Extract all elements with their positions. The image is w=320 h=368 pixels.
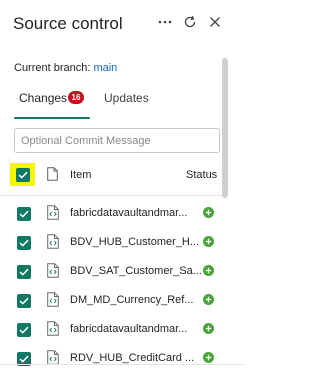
header-divider — [0, 195, 224, 196]
row-checkbox[interactable] — [17, 265, 31, 279]
more-options-button[interactable] — [155, 12, 175, 32]
column-header-item[interactable]: Item — [70, 169, 91, 181]
checkmark-icon — [19, 297, 29, 305]
item-name: BDV_HUB_Customer_H... — [70, 236, 199, 248]
checkmark-icon — [19, 326, 29, 334]
status-added-icon — [203, 352, 214, 363]
notebook-file-icon — [47, 205, 59, 220]
select-all-checkbox[interactable] — [16, 168, 30, 182]
checkmark-icon — [19, 268, 29, 276]
table-row[interactable]: fabricdatavaultandmar... — [0, 199, 224, 228]
close-icon — [210, 17, 220, 27]
scrollbar[interactable] — [222, 58, 228, 198]
branch-label: Current branch: — [14, 62, 91, 74]
item-name: fabricdatavaultandmar... — [70, 207, 188, 219]
notebook-file-icon — [47, 234, 59, 249]
row-checkbox[interactable] — [17, 236, 31, 250]
status-added-icon — [203, 265, 214, 276]
current-branch: Current branch: main — [14, 62, 117, 74]
status-added-icon — [203, 207, 214, 218]
tab-updates[interactable]: Updates — [104, 91, 149, 105]
active-tab-indicator — [14, 117, 90, 119]
checkmark-icon — [19, 210, 29, 218]
refresh-button[interactable] — [180, 12, 200, 32]
tab-changes[interactable]: Changes — [19, 91, 67, 105]
changes-count-badge: 16 — [68, 91, 84, 104]
table-row[interactable]: DM_MD_Currency_Ref... — [0, 286, 224, 315]
item-name: fabricdatavaultandmar... — [70, 323, 188, 335]
table-row[interactable]: BDV_SAT_Customer_Sa... — [0, 257, 224, 286]
status-added-icon — [203, 236, 214, 247]
ellipsis-icon — [158, 20, 172, 24]
item-name: RDV_HUB_CreditCard ... — [70, 352, 195, 364]
close-button[interactable] — [205, 12, 225, 32]
table-row[interactable]: BDV_HUB_Customer_H... — [0, 228, 224, 257]
checkmark-icon — [19, 355, 29, 363]
commit-message-input[interactable] — [14, 128, 220, 153]
table-row[interactable]: fabricdatavaultandmar... — [0, 315, 224, 344]
status-added-icon — [203, 294, 214, 305]
row-checkbox[interactable] — [17, 207, 31, 221]
status-added-icon — [203, 323, 214, 334]
notebook-file-icon — [47, 321, 59, 336]
branch-name[interactable]: main — [93, 62, 117, 74]
item-name: BDV_SAT_Customer_Sa... — [70, 265, 202, 277]
refresh-icon — [184, 15, 196, 28]
row-checkbox[interactable] — [17, 323, 31, 337]
notebook-file-icon — [47, 292, 59, 307]
item-name: DM_MD_Currency_Ref... — [70, 294, 194, 306]
checkmark-icon — [19, 239, 29, 247]
notebook-file-icon — [47, 350, 59, 365]
source-control-panel: Source control Current branch: main Chang… — [0, 0, 244, 368]
notebook-file-icon — [47, 263, 59, 278]
row-checkbox[interactable] — [17, 294, 31, 308]
column-header-status[interactable]: Status — [186, 169, 217, 181]
file-icon — [47, 167, 58, 181]
bottom-divider — [0, 364, 244, 365]
panel-title: Source control — [13, 14, 123, 33]
checkmark-icon — [18, 171, 28, 179]
